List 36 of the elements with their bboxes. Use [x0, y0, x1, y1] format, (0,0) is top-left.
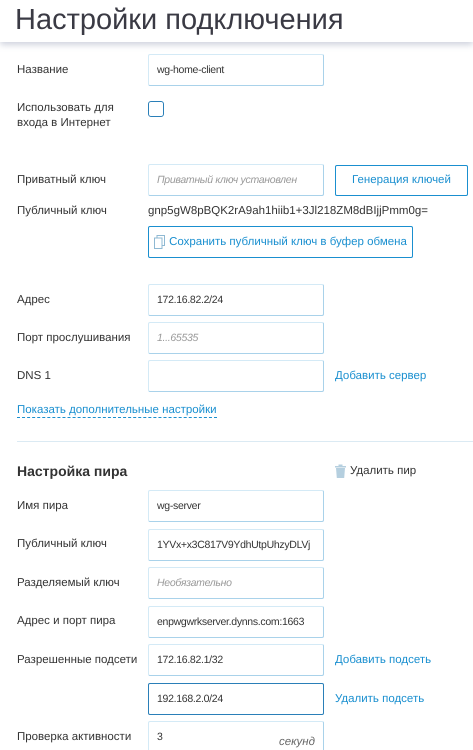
text-field[interactable]: 172.16.82.1/32	[148, 644, 324, 676]
page-title: Настройки подключения	[14, 3, 344, 38]
delete-peer-button[interactable]: Удалить пир	[335, 464, 416, 478]
advanced-settings-link[interactable]: Показать дополнительные настройки	[17, 404, 217, 418]
field-label: Порт прослушивания	[17, 330, 132, 346]
unit-label: секунд	[278, 736, 315, 748]
text-field[interactable]: 3 секунд	[148, 721, 324, 750]
public-key-value: gnp5gW8pBQK2rA9ah1hiib1+3Jl218ZM8dBIjjPmm0g=	[148, 205, 428, 217]
text-field[interactable]: wg-home-client	[148, 54, 324, 86]
action-link[interactable]: Добавить сервер	[335, 370, 426, 382]
field-label: Приватный ключ	[17, 172, 107, 188]
field-label: Название	[17, 62, 70, 78]
field-label: Адрес	[17, 292, 51, 308]
field-label: Адрес и порт пира	[17, 614, 116, 629]
field-label: Разделяемый ключ	[17, 576, 121, 590]
field-label: Использовать для входа в Интернет	[17, 101, 115, 131]
text-field[interactable]: enpwgwrkserver.dynns.com:1663	[148, 606, 324, 638]
field-label: Публичный ключ	[17, 537, 108, 552]
clipboard-icon	[154, 235, 166, 249]
text-field[interactable]	[148, 360, 324, 392]
field-label: Имя пира	[17, 498, 70, 514]
action-link[interactable]: Добавить подсеть	[335, 654, 432, 666]
copy-key-button[interactable]: Сохранить публичный ключ в буфер обмена	[148, 226, 413, 258]
text-field[interactable]: 172.16.82.2/24	[148, 284, 324, 316]
field-label: DNS 1	[17, 368, 52, 384]
field-label: Проверка активности	[17, 730, 132, 744]
checkbox[interactable]	[148, 101, 164, 117]
text-field[interactable]: 192.168.2.0/24	[148, 682, 324, 714]
section-title: Настройка пира	[17, 463, 128, 479]
field-label: Публичный ключ	[17, 204, 108, 218]
action-link[interactable]: Удалить подсеть	[335, 692, 424, 704]
field-label: Разрешенные подсети	[17, 652, 138, 668]
generate-keys-button[interactable]: Генерация ключей	[335, 164, 468, 196]
text-field[interactable]: wg-server	[148, 490, 324, 522]
text-field[interactable]: 1YVx+x3C817V9YdhUtpUhzyDLVj	[148, 528, 324, 560]
trash-icon	[335, 464, 346, 478]
